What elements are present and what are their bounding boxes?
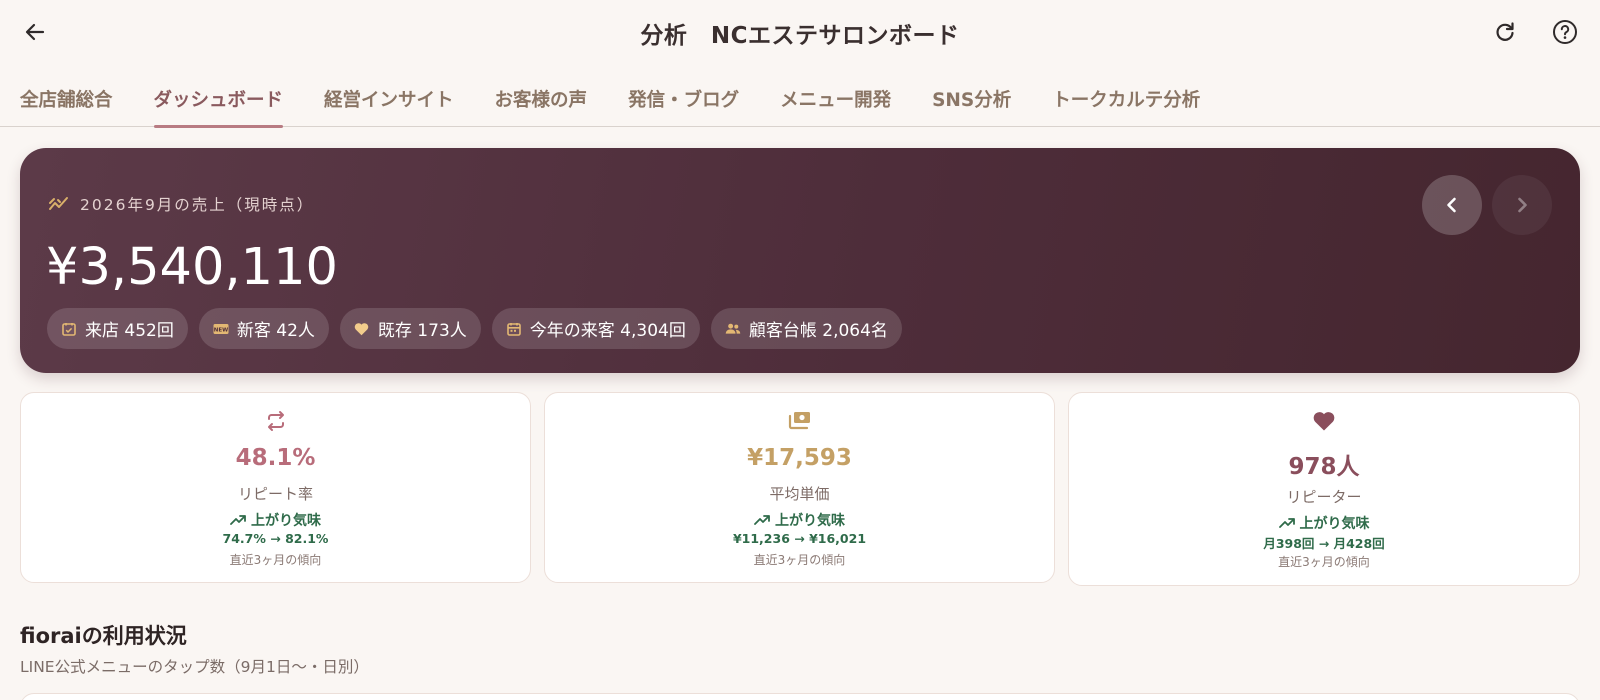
repeat-rate-card: 48.1% リピート率 上がり気味 74.7% → 82.1% 直近3ヶ月の傾向 xyxy=(20,392,531,583)
repeaters-value: 978人 xyxy=(1288,454,1360,480)
page-title: 分析 NCエステサロンボード xyxy=(640,23,960,49)
chevron-right-icon xyxy=(1518,197,1527,213)
summary-chips: 来店 452回 NEW 新客 42人 既存 173人 今年の来客 4,304回 … xyxy=(47,308,902,349)
new-badge-icon: NEW xyxy=(213,323,229,334)
chip-yearly-visits: 今年の来客 4,304回 xyxy=(491,308,700,349)
tab-label: ダッシュボード xyxy=(153,90,284,111)
trend-text: 上がり気味 xyxy=(775,513,845,529)
tab-label: トークカルテ分析 xyxy=(1052,90,1201,111)
top-app-bar: 分析 NCエステサロンボード xyxy=(0,0,1600,66)
heart-icon xyxy=(355,322,369,335)
money-icon xyxy=(788,412,810,430)
tab-talk-karte-analysis[interactable]: トークカルテ分析 xyxy=(1052,66,1200,127)
chip-existing-customers: 既存 173人 xyxy=(339,308,481,349)
usage-chart-card xyxy=(20,693,1580,700)
tab-all-stores[interactable]: 全店舗総合 xyxy=(20,66,113,127)
previous-month-button[interactable] xyxy=(1422,175,1482,235)
tab-label: 発信・ブログ xyxy=(628,90,740,111)
tab-sns-analysis[interactable]: SNS分析 xyxy=(932,66,1011,127)
help-button[interactable] xyxy=(1545,12,1585,52)
chip-text: 来店 452回 xyxy=(85,321,174,341)
repeat-rate-label: リピート率 xyxy=(237,485,313,503)
chip-text: 今年の来客 4,304回 xyxy=(529,321,686,341)
refresh-button[interactable] xyxy=(1485,12,1525,52)
tab-label: SNS分析 xyxy=(932,90,1012,111)
repeaters-label: リピーター xyxy=(1286,488,1362,506)
chip-text: 既存 173人 xyxy=(377,321,467,341)
trend-indicator: 上がり気味 xyxy=(545,510,1054,530)
trending-up-icon xyxy=(1278,518,1295,528)
trending-chart-icon xyxy=(49,197,68,210)
chip-new-customers: NEW 新客 42人 xyxy=(198,308,329,349)
trend-indicator: 上がり気味 xyxy=(21,510,530,530)
tab-bar: 全店舗総合 ダッシュボード 経営インサイト お客様の声 発信・ブログ メニュー開… xyxy=(0,66,1600,128)
sales-period-text: 2026年9月の売上（現時点） xyxy=(80,196,315,214)
chip-visits: 来店 452回 xyxy=(47,308,188,349)
trend-text: 上がり気味 xyxy=(1299,516,1370,532)
tab-customer-voice[interactable]: お客様の声 xyxy=(495,66,588,127)
trend-range: 月398回 → 月428回 xyxy=(1263,536,1385,551)
chip-text: 顧客台帳 2,064名 xyxy=(748,321,888,341)
calendar-check-icon xyxy=(62,322,76,336)
people-icon xyxy=(725,323,741,334)
trend-range: 74.7% → 82.1% xyxy=(222,531,329,546)
tab-dashboard[interactable]: ダッシュボード xyxy=(153,66,284,128)
section-title: fioraiの利用状況 xyxy=(20,624,187,648)
repeat-rate-value: 48.1% xyxy=(235,445,316,471)
calendar-icon xyxy=(506,322,521,336)
tab-blog[interactable]: 発信・ブログ xyxy=(628,66,739,127)
chip-customer-register: 顧客台帳 2,064名 xyxy=(710,308,902,349)
average-price-card: ¥17,593 平均単価 上がり気味 ¥11,236 → ¥16,021 直近3… xyxy=(544,392,1055,583)
monthly-sales-card: 2026年9月の売上（現時点） ¥3,540,110 来店 452回 NEW 新… xyxy=(20,148,1580,373)
section-subtitle: LINE公式メニューのタップ数（9月1日〜・日別） xyxy=(20,658,369,676)
refresh-icon xyxy=(1496,22,1514,41)
trend-indicator: 上がり気味 xyxy=(1069,513,1579,533)
tab-label: 経営インサイト xyxy=(324,90,454,111)
trend-range: ¥11,236 → ¥16,021 xyxy=(732,531,867,546)
tab-business-insight[interactable]: 経営インサイト xyxy=(324,66,454,127)
repeaters-card: 978人 リピーター 上がり気味 月398回 → 月428回 直近3ヶ月の傾向 xyxy=(1068,392,1580,586)
heart-icon xyxy=(1313,412,1335,431)
trending-up-icon xyxy=(230,515,246,525)
next-month-button[interactable] xyxy=(1492,175,1552,235)
repeat-icon xyxy=(267,411,284,431)
trend-note: 直近3ヶ月の傾向 xyxy=(229,553,322,567)
chevron-left-icon xyxy=(1447,197,1456,213)
average-price-value: ¥17,593 xyxy=(747,445,852,471)
sales-amount: ¥3,540,110 xyxy=(46,238,339,297)
tab-label: メニュー開発 xyxy=(780,90,892,111)
trend-note: 直近3ヶ月の傾向 xyxy=(753,553,846,567)
tab-label: 全店舗総合 xyxy=(20,90,113,111)
sales-period-label: 2026年9月の売上（現時点） xyxy=(48,193,314,215)
trend-text: 上がり気味 xyxy=(251,513,321,529)
average-price-label: 平均単価 xyxy=(769,485,830,503)
trending-up-icon xyxy=(754,515,770,525)
trend-note: 直近3ヶ月の傾向 xyxy=(1278,555,1370,569)
tab-label: お客様の声 xyxy=(494,90,588,111)
help-circle-icon xyxy=(1553,20,1577,44)
svg-text:NEW: NEW xyxy=(214,327,228,333)
tab-menu-development[interactable]: メニュー開発 xyxy=(780,66,891,127)
chip-text: 新客 42人 xyxy=(236,321,315,341)
